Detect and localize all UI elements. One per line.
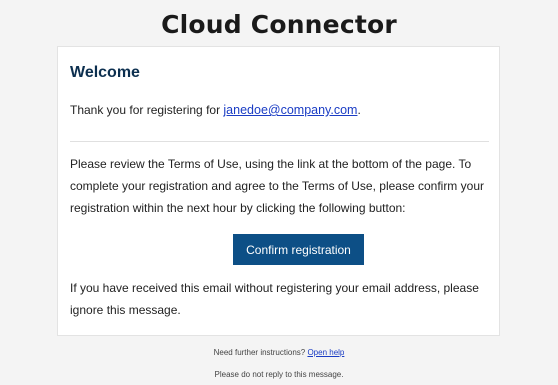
app-title: Cloud Connector (161, 10, 397, 39)
welcome-heading: Welcome (70, 64, 140, 81)
open-help-link[interactable]: Open help (307, 348, 344, 357)
email-card: Welcome Thank you for registering for ja… (57, 46, 500, 336)
thanks-suffix: . (357, 103, 361, 117)
ignore-notice-text: If you have received this email without … (70, 281, 479, 317)
thanks-prefix: Thank you for registering for (70, 103, 224, 117)
divider (70, 141, 489, 142)
no-reply-notice: Please do not reply to this message. (214, 370, 344, 379)
help-prefix: Need further instructions? (213, 348, 308, 357)
instructions-text: Please review the Terms of Use, using th… (70, 157, 484, 215)
registered-email-link[interactable]: janedoe@company.com (223, 103, 357, 117)
thanks-line: Thank you for registering for janedoe@co… (70, 103, 361, 117)
confirm-registration-button[interactable]: Confirm registration (233, 234, 364, 265)
help-line: Need further instructions? Open help (0, 348, 558, 357)
